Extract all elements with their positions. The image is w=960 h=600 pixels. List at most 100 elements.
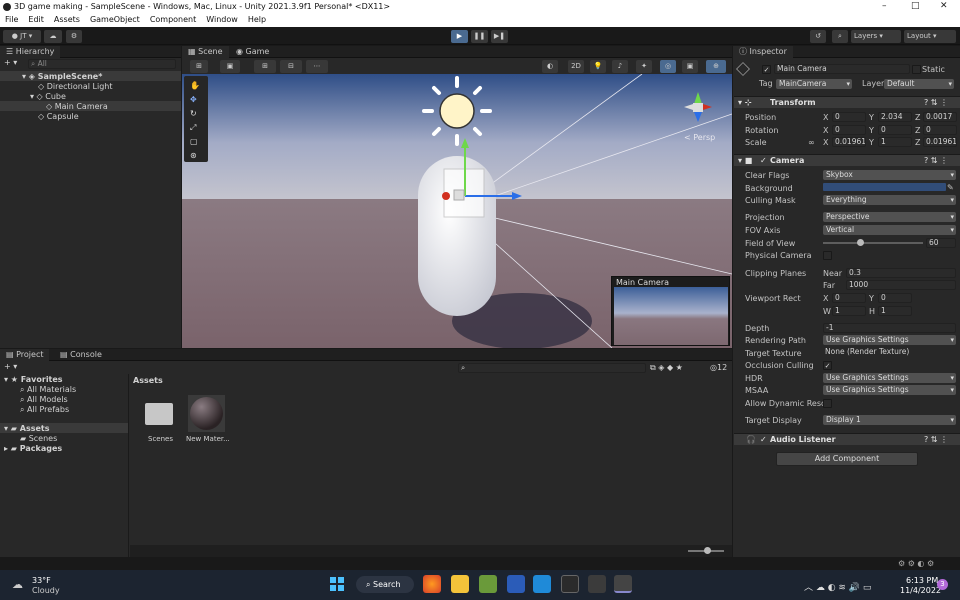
viewport-y-field[interactable]: 0	[878, 293, 912, 303]
fav-all-models[interactable]: ⌕ All Models	[20, 395, 68, 405]
grid-snap-icon[interactable]: ⊞	[254, 60, 276, 73]
rotation-y-field[interactable]: 0	[878, 125, 912, 135]
step-button[interactable]: ▶❚	[491, 30, 508, 43]
tag-dropdown[interactable]: MainCamera	[776, 79, 852, 89]
position-x-field[interactable]: 0	[832, 112, 866, 122]
tab-hierarchy[interactable]: ☰ Hierarchy	[0, 46, 61, 58]
layout-dropdown[interactable]: Layout ▾	[904, 30, 956, 43]
maximize-icon[interactable]: □	[911, 1, 920, 11]
increment-snap-icon[interactable]: ⊟	[280, 60, 302, 73]
project-create-button[interactable]: + ▾	[4, 362, 17, 371]
search-icon[interactable]: ⌕	[832, 30, 848, 43]
hdr-dropdown[interactable]: Use Graphics Settings	[823, 373, 956, 383]
occlusion-culling-checkbox[interactable]: ✓	[823, 361, 832, 370]
hidden-count[interactable]: ◎12	[710, 363, 727, 372]
effects-icon[interactable]: ✦	[636, 60, 652, 73]
hierarchy-search-input[interactable]: ⌕ All	[28, 59, 176, 69]
fov-axis-dropdown[interactable]: Vertical	[823, 225, 956, 235]
history-icon[interactable]: ↺	[810, 30, 826, 43]
active-checkbox[interactable]: ✓	[762, 65, 771, 74]
material-asset[interactable]	[188, 395, 225, 432]
system-tray-icons[interactable]: ︿ ☁ ◐ ≋ 🔊 ▭	[804, 580, 871, 593]
pause-button[interactable]: ❚❚	[471, 30, 488, 43]
position-y-field[interactable]: 2.034	[878, 112, 912, 122]
name-field[interactable]: Main Camera	[774, 64, 910, 74]
play-button[interactable]: ▶	[451, 30, 468, 43]
word-icon[interactable]	[507, 575, 525, 593]
hierarchy-item-main-camera[interactable]: ◇ Main Camera	[46, 102, 108, 111]
scene-row[interactable]: ▾ ◈ SampleScene*	[22, 72, 102, 81]
draw-mode-icon[interactable]: ◐	[542, 60, 558, 73]
layer-dropdown[interactable]: Default	[884, 79, 954, 89]
app-icon[interactable]	[588, 575, 606, 593]
create-button[interactable]: + ▾	[4, 58, 17, 67]
icon-size-slider-thumb[interactable]	[704, 547, 711, 554]
audio-toggle-icon[interactable]: ♪	[612, 60, 628, 73]
tab-console[interactable]: ▤ Console	[54, 349, 108, 361]
snap-settings-icon[interactable]: ⋯	[306, 60, 328, 73]
scenes-asset[interactable]	[143, 397, 175, 427]
near-field[interactable]: 0.3	[846, 268, 956, 278]
static-checkbox[interactable]	[912, 65, 921, 74]
target-texture-field[interactable]: None (Render Texture)	[823, 348, 956, 358]
projection-dropdown[interactable]: Perspective	[823, 212, 956, 222]
tab-game[interactable]: ◉ Game	[230, 46, 275, 58]
status-icons[interactable]: ⚙ ⚙ ◐ ⚙	[898, 559, 934, 568]
taskbar-search[interactable]: ⌕ Search	[356, 576, 414, 593]
scenes-folder[interactable]: ▰ Scenes	[20, 434, 57, 443]
tab-inspector[interactable]: ⓘ Inspector	[733, 46, 793, 58]
menu-window[interactable]: Window	[201, 14, 243, 27]
rotation-z-field[interactable]: 0	[923, 125, 957, 135]
add-component-button[interactable]: Add Component	[776, 452, 918, 466]
fov-slider[interactable]	[823, 242, 923, 244]
menu-component[interactable]: Component	[145, 14, 201, 27]
gizmo-mode-icon[interactable]: ⊞	[190, 60, 208, 73]
scale-y-field[interactable]: 1	[878, 137, 912, 147]
project-search-input[interactable]: ⌕	[458, 363, 646, 373]
eyedropper-icon[interactable]: ✎	[947, 183, 954, 192]
transform-header[interactable]: ▾ ⊹ Transform? ⇅ ⋮	[734, 96, 960, 108]
hierarchy-item-cube[interactable]: ▾ ◇ Cube	[30, 92, 66, 101]
menu-assets[interactable]: Assets	[49, 14, 85, 27]
assets-folder[interactable]: ▾ ▰ Assets	[4, 424, 49, 433]
background-color-field[interactable]	[823, 183, 946, 191]
target-display-dropdown[interactable]: Display 1	[823, 415, 956, 425]
minimize-icon[interactable]: –	[882, 1, 887, 11]
hidden-objects-icon[interactable]: ◎	[660, 60, 676, 73]
tab-project[interactable]: ▤ Project	[0, 349, 50, 361]
toggle-2d-button[interactable]: 2D	[568, 60, 584, 73]
depth-field[interactable]: -1	[823, 323, 956, 333]
unity-editor-icon[interactable]	[614, 575, 632, 593]
fav-all-prefabs[interactable]: ⌕ All Prefabs	[20, 405, 69, 415]
vscode-icon[interactable]	[533, 575, 551, 593]
culling-mask-dropdown[interactable]: Everything	[823, 195, 956, 205]
fov-field[interactable]: 60	[926, 238, 956, 248]
dynamic-resolution-checkbox[interactable]	[823, 399, 832, 408]
hierarchy-item-capsule[interactable]: ◇ Capsule	[38, 112, 79, 121]
camera-settings-icon[interactable]: ▣	[682, 60, 698, 73]
scale-z-field[interactable]: 0.01961	[923, 137, 957, 147]
rotation-x-field[interactable]: 0	[832, 125, 866, 135]
position-z-field[interactable]: 0.0017	[923, 112, 957, 122]
collab-icon[interactable]: ⚙	[66, 30, 82, 43]
lighting-toggle-icon[interactable]: 💡	[590, 60, 606, 73]
favorites-folder[interactable]: ▾ ★ Favorites	[4, 375, 63, 384]
clear-flags-dropdown[interactable]: Skybox	[823, 170, 956, 180]
packages-folder[interactable]: ▸ ▰ Packages	[4, 444, 62, 453]
menu-gameobject[interactable]: GameObject	[85, 14, 145, 27]
gizmos-toggle-icon[interactable]: ⊕	[706, 60, 726, 73]
fav-all-materials[interactable]: ⌕ All Materials	[20, 385, 76, 395]
layers-dropdown[interactable]: Layers ▾	[851, 30, 901, 43]
menu-file[interactable]: File	[0, 14, 23, 27]
close-icon[interactable]: ✕	[940, 1, 948, 11]
camera-header[interactable]: ▾ ■ ✓ Camera? ⇅ ⋮	[734, 154, 960, 166]
far-field[interactable]: 1000	[846, 280, 956, 290]
viewport-h-field[interactable]: 1	[878, 306, 912, 316]
filter-icons[interactable]: ⧉ ◈ ◆ ★	[650, 363, 683, 373]
assets-breadcrumb[interactable]: Assets	[133, 376, 163, 385]
viewport-x-field[interactable]: 0	[832, 293, 866, 303]
windows-start-icon[interactable]	[330, 577, 344, 591]
file-explorer-icon[interactable]	[451, 575, 469, 593]
notification-badge[interactable]: 3	[937, 579, 948, 590]
audio-listener-header[interactable]: 🎧 ✓ Audio Listener? ⇅ ⋮	[734, 433, 960, 445]
